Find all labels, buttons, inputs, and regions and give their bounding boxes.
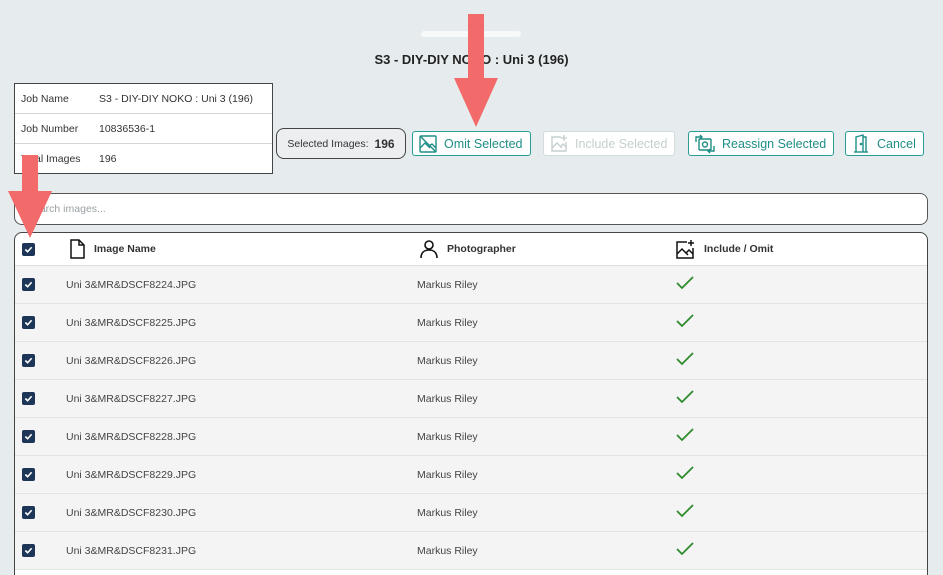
omit-selected-button[interactable]: Omit Selected [412,131,531,156]
checkmark-icon[interactable] [675,313,695,332]
checkmark-icon[interactable] [675,389,695,408]
select-all-checkbox[interactable] [22,242,35,256]
image-off-icon [419,134,437,153]
table-row[interactable]: Uni 3&MR&DSCF8230.JPG Markus Riley [15,494,927,532]
checkmark-icon[interactable] [675,427,695,446]
cancel-label: Cancel [877,136,916,151]
column-photographer[interactable]: Photographer [419,239,516,259]
column-image-name[interactable]: Image Name [68,239,156,259]
column-include-omit-label: Include / Omit [704,243,774,255]
image-name-cell: Uni 3&MR&DSCF8230.JPG [66,506,197,519]
table-row[interactable]: Uni 3&MR&DSCF8224.JPG Markus Riley [15,266,927,304]
column-include-omit[interactable]: Include / Omit [675,239,773,260]
omit-selected-label: Omit Selected [444,136,523,151]
info-label: Job Number [21,122,79,135]
info-label: Job Name [21,92,69,105]
row-checkbox[interactable] [22,544,35,557]
photographer-cell: Markus Riley [417,316,478,329]
file-icon [70,239,85,259]
row-checkbox[interactable] [22,430,35,443]
include-selected-label: Include Selected [575,136,668,151]
search-box [14,193,928,225]
photographer-cell: Markus Riley [417,354,478,367]
column-photographer-label: Photographer [447,243,516,255]
checkmark-icon[interactable] [675,541,695,560]
info-row-total-images: Total Images 196 [15,144,272,174]
info-value: 10836536-1 [99,122,156,135]
table-row[interactable]: Uni 3&MR&DSCF8227.JPG Markus Riley [15,380,927,418]
table-row[interactable]: Uni 3&MR&DSCF8226.JPG Markus Riley [15,342,927,380]
include-selected-button[interactable]: Include Selected [543,131,676,156]
door-exit-icon [854,133,868,153]
row-checkbox[interactable] [22,354,35,367]
row-checkbox[interactable] [22,316,35,329]
image-name-cell: Uni 3&MR&DSCF8227.JPG [66,392,197,405]
reassign-selected-button[interactable]: Reassign Selected [688,131,835,156]
images-grid: Image Name Photographer Include / Omit U… [14,232,928,575]
image-name-cell: Uni 3&MR&DSCF8224.JPG [66,278,197,291]
table-row[interactable]: Uni 3&MR&DSCF8231.JPG Markus Riley [15,532,927,570]
photographer-cell: Markus Riley [417,506,478,519]
selected-images-count: 196 [374,136,395,151]
image-name-cell: Uni 3&MR&DSCF8225.JPG [66,316,197,329]
checkmark-icon[interactable] [675,275,695,294]
image-name-cell: Uni 3&MR&DSCF8229.JPG [66,468,197,481]
row-checkbox[interactable] [22,278,35,291]
image-swap-icon [695,134,715,153]
info-value: 196 [99,153,117,165]
table-row[interactable]: Uni 3&MR&DSCF8229.JPG Markus Riley [15,456,927,494]
info-value: S3 - DIY-DIY NOKO : Uni 3 (196) [99,92,254,105]
image-add-icon [551,134,567,152]
user-icon [420,240,438,259]
image-name-cell: Uni 3&MR&DSCF8226.JPG [66,354,197,367]
photographer-cell: Markus Riley [417,392,478,405]
info-label: Total Images [21,153,81,165]
photographer-cell: Markus Riley [417,544,478,557]
table-row[interactable]: Uni 3&MR&DSCF8225.JPG Markus Riley [15,304,927,342]
checkmark-icon[interactable] [675,351,695,370]
job-info-table: Job Name S3 - DIY-DIY NOKO : Uni 3 (196)… [14,83,273,174]
photographer-cell: Markus Riley [417,430,478,443]
row-checkbox[interactable] [22,392,35,405]
row-checkbox[interactable] [22,468,35,481]
image-plus-icon [676,239,694,259]
info-row-job-name: Job Name S3 - DIY-DIY NOKO : Uni 3 (196) [15,84,272,114]
photographer-cell: Markus Riley [417,278,478,291]
table-row[interactable]: Uni 3&MR&DSCF8228.JPG Markus Riley [15,418,927,456]
drag-handle[interactable] [421,31,521,37]
selected-images-label: Selected Images: [287,137,369,150]
grid-header: Image Name Photographer Include / Omit [15,233,927,266]
column-image-name-label: Image Name [94,243,156,255]
photographer-cell: Markus Riley [417,468,478,481]
image-name-cell: Uni 3&MR&DSCF8228.JPG [66,430,197,443]
cancel-button[interactable]: Cancel [845,131,924,156]
row-checkbox[interactable] [22,506,35,519]
info-row-job-number: Job Number 10836536-1 [15,114,272,144]
search-input[interactable] [27,203,887,215]
page-title: S3 - DIY-DIY NOKO : Uni 3 (196) [374,52,569,67]
selected-images-badge: Selected Images: 196 [276,128,406,159]
checkmark-icon[interactable] [675,503,695,522]
checkmark-icon[interactable] [675,465,695,484]
image-name-cell: Uni 3&MR&DSCF8231.JPG [66,544,197,557]
reassign-selected-label: Reassign Selected [722,136,827,151]
